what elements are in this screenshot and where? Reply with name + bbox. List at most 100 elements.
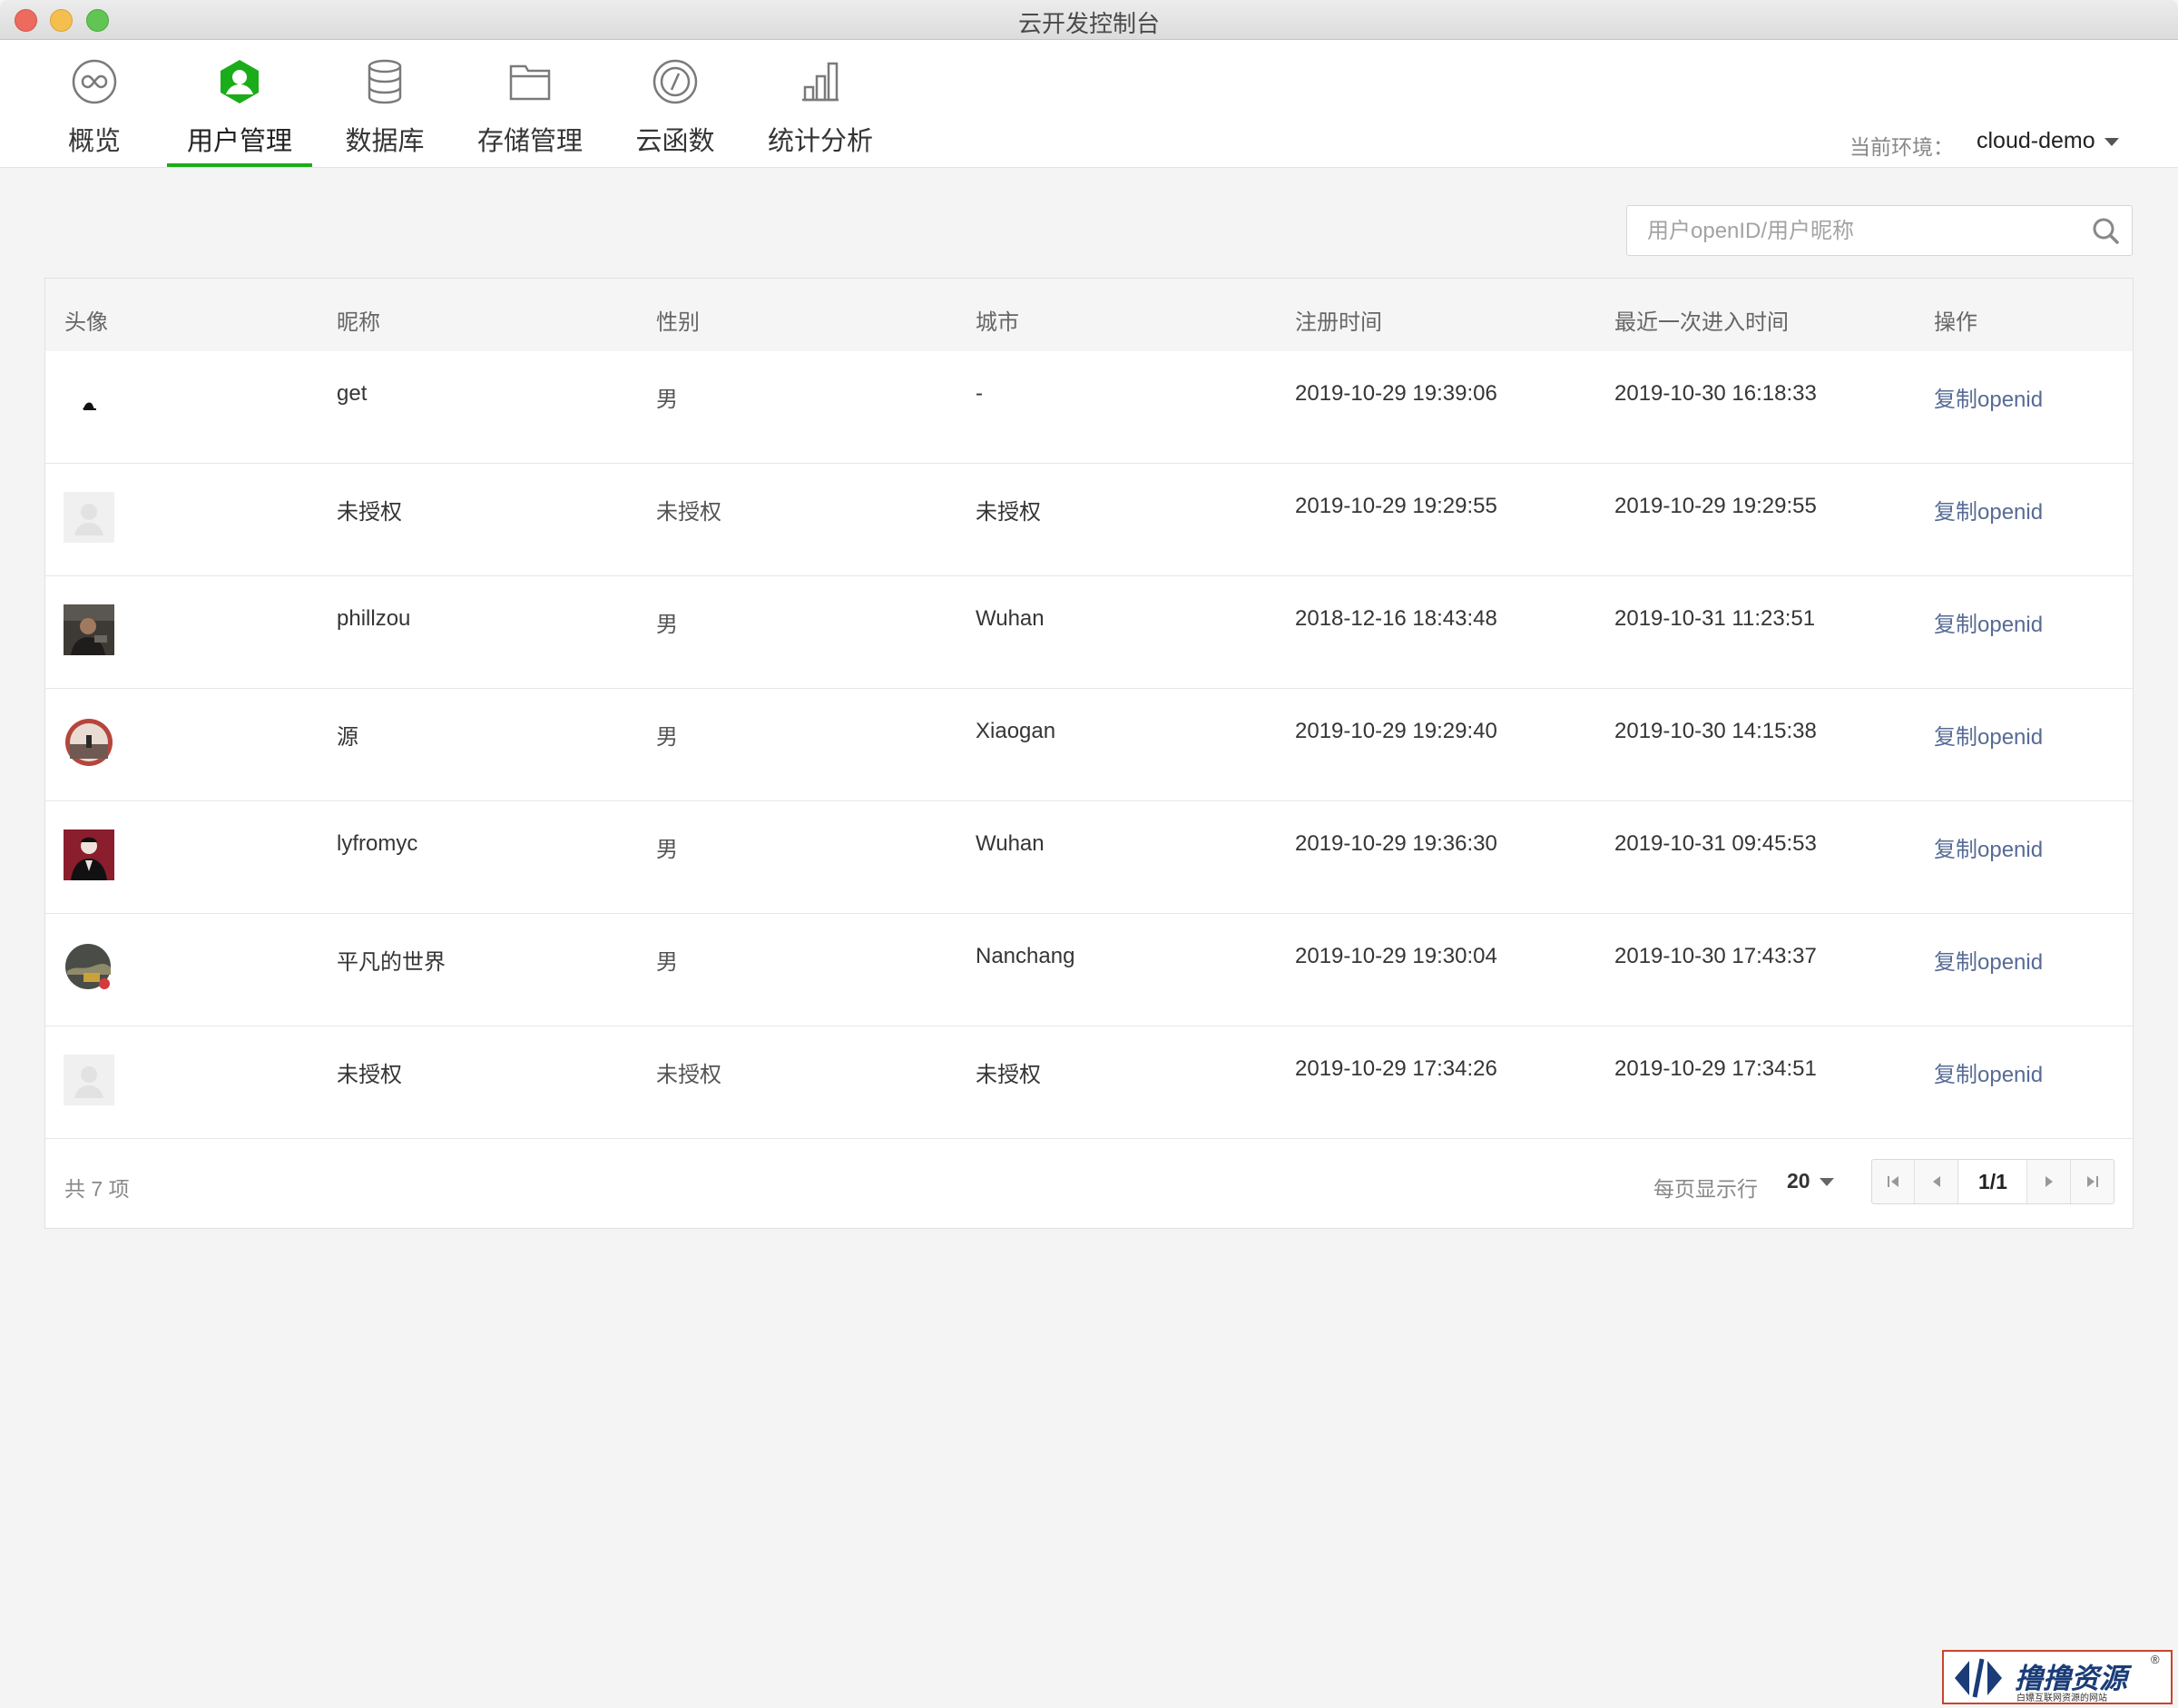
gender-cell: 男	[656, 613, 678, 637]
next-page-icon	[2046, 1176, 2053, 1187]
table-row: 源 男 Xiaogan 2019-10-29 19:29:40 2019-10-…	[45, 689, 2133, 801]
registered-cell: 2019-10-29 19:30:04	[1295, 944, 1497, 968]
nav-item-overview[interactable]: 概览	[22, 40, 167, 167]
per-page-value: 20	[1787, 1169, 1810, 1193]
copy-openid-link[interactable]: 复制openid	[1934, 1056, 2043, 1088]
previous-page-icon	[1933, 1176, 1940, 1187]
column-header-registered: 注册时间	[1295, 310, 1382, 335]
user-avatar	[64, 829, 114, 880]
column-header-last-visit: 最近一次进入时间	[1614, 310, 1789, 335]
last-visit-cell: 2019-10-30 16:18:33	[1614, 381, 1817, 406]
environment-value: cloud-demo	[1977, 128, 2095, 153]
table-row: 未授权 未授权 未授权 2019-10-29 19:29:55 2019-10-…	[45, 464, 2133, 576]
pagination: 1/1	[1871, 1159, 2114, 1204]
city-cell: Nanchang	[976, 944, 1075, 968]
nav-label-user-management: 用户管理	[186, 127, 292, 156]
nav-label-storage: 存储管理	[476, 127, 583, 156]
user-avatar	[64, 942, 114, 993]
nickname-cell: phillzou	[337, 606, 411, 631]
search-icon[interactable]	[2092, 217, 2119, 244]
copy-openid-link[interactable]: 复制openid	[1934, 494, 2043, 525]
watermark-logo: 撸撸资源 白嫖互联网资源的网站 ®	[1942, 1650, 2173, 1704]
table-row: phillzou 男 Wuhan 2018-12-16 18:43:48 201…	[45, 576, 2133, 689]
user-avatar	[64, 604, 114, 655]
per-page-label: 每页显示行	[1653, 1177, 1758, 1201]
gender-cell: 未授权	[656, 1063, 721, 1087]
gender-cell: 男	[656, 725, 678, 750]
nav-label-overview: 概览	[67, 127, 121, 156]
nickname-cell: 源	[337, 725, 358, 750]
table-row: 未授权 未授权 未授权 2019-10-29 17:34:26 2019-10-…	[45, 1026, 2133, 1139]
nickname-cell: lyfromyc	[337, 831, 418, 856]
registered-cell: 2019-10-29 19:36:30	[1295, 831, 1497, 856]
nav-label-analytics: 统计分析	[767, 127, 873, 156]
search-input[interactable]	[1645, 206, 2075, 257]
registered-cell: 2019-10-29 19:39:06	[1295, 381, 1497, 406]
column-header-city: 城市	[976, 310, 1019, 335]
nav-item-cloud-functions[interactable]: 云函数	[603, 40, 748, 167]
last-visit-cell: 2019-10-31 11:23:51	[1614, 606, 1816, 631]
default-avatar	[64, 1055, 114, 1105]
city-cell: Wuhan	[976, 831, 1045, 856]
nav-item-database[interactable]: 数据库	[312, 40, 457, 167]
last-visit-cell: 2019-10-31 09:45:53	[1614, 831, 1817, 856]
city-cell: 未授权	[976, 500, 1041, 525]
registered-cell: 2019-10-29 17:34:26	[1295, 1056, 1497, 1081]
copy-openid-link[interactable]: 复制openid	[1934, 944, 2043, 976]
environment-select[interactable]: cloud-demo	[1977, 128, 2119, 154]
table-row: 平凡的世界 男 Nanchang 2019-10-29 19:30:04 201…	[45, 914, 2133, 1026]
gender-cell: 男	[656, 838, 678, 862]
first-page-button[interactable]	[1872, 1160, 1915, 1203]
window-titlebar: 云开发控制台	[0, 0, 2178, 40]
total-count: 共 7 项	[64, 1177, 130, 1201]
city-cell: 未授权	[976, 1063, 1041, 1087]
city-cell: Wuhan	[976, 606, 1045, 631]
table-header: 头像 昵称 性别 城市 注册时间 最近一次进入时间 操作	[45, 279, 2133, 351]
nickname-cell: 未授权	[337, 500, 402, 525]
copy-openid-link[interactable]: 复制openid	[1934, 719, 2043, 751]
watermark-icon	[1955, 1658, 2002, 1698]
table-footer: 共 7 项 每页显示行 20 1/1	[45, 1139, 2133, 1228]
copy-openid-link[interactable]: 复制openid	[1934, 606, 2043, 638]
city-cell: Xiaogan	[976, 719, 1056, 743]
user-avatar	[64, 717, 114, 768]
chevron-down-icon	[1819, 1178, 1834, 1187]
database-icon	[368, 59, 402, 104]
gender-cell: 男	[656, 950, 678, 975]
nav-item-storage[interactable]: 存储管理	[457, 40, 603, 167]
folder-icon	[509, 64, 551, 101]
gender-cell: 男	[656, 388, 678, 412]
current-page: 1/1	[1959, 1160, 2027, 1203]
column-header-gender: 性别	[656, 310, 700, 335]
watermark-registered: ®	[2151, 1653, 2160, 1666]
first-page-icon	[1888, 1176, 1898, 1187]
column-header-avatar: 头像	[64, 310, 108, 335]
column-header-action: 操作	[1934, 310, 1977, 335]
nav-item-user-management[interactable]: 用户管理	[167, 40, 312, 167]
last-page-icon	[2087, 1176, 2098, 1187]
table-row: get 男 - 2019-10-29 19:39:06 2019-10-30 1…	[45, 351, 2133, 464]
user-table: 头像 昵称 性别 城市 注册时间 最近一次进入时间 操作 get 男 - 201…	[44, 278, 2134, 1229]
column-header-nickname: 昵称	[337, 310, 380, 335]
nickname-cell: 平凡的世界	[337, 950, 446, 975]
environment-label: 当前环境：	[1849, 135, 1954, 159]
overview-infinity-icon	[72, 59, 117, 104]
last-visit-cell: 2019-10-29 17:34:51	[1614, 1056, 1817, 1081]
last-page-button[interactable]	[2072, 1160, 2114, 1203]
top-navigation: 概览 用户管理 数据库 存储管理 云函数 统计分析 当前环境： cloud-de…	[0, 40, 2178, 168]
copy-openid-link[interactable]: 复制openid	[1934, 381, 2043, 413]
nickname-cell: get	[337, 381, 368, 406]
registered-cell: 2019-10-29 19:29:40	[1295, 719, 1497, 743]
chevron-down-icon	[2104, 137, 2119, 146]
user-avatar	[64, 379, 114, 430]
nav-label-database: 数据库	[345, 127, 425, 156]
per-page-select[interactable]: 20	[1787, 1169, 1834, 1193]
previous-page-button[interactable]	[1916, 1160, 1958, 1203]
nickname-cell: 未授权	[337, 1063, 402, 1087]
next-page-button[interactable]	[2028, 1160, 2071, 1203]
watermark-subtext: 白嫖互联网资源的网站	[2016, 1693, 2107, 1703]
user-icon	[221, 60, 259, 103]
nav-item-analytics[interactable]: 统计分析	[748, 40, 893, 167]
copy-openid-link[interactable]: 复制openid	[1934, 831, 2043, 863]
last-visit-cell: 2019-10-29 19:29:55	[1614, 494, 1817, 518]
